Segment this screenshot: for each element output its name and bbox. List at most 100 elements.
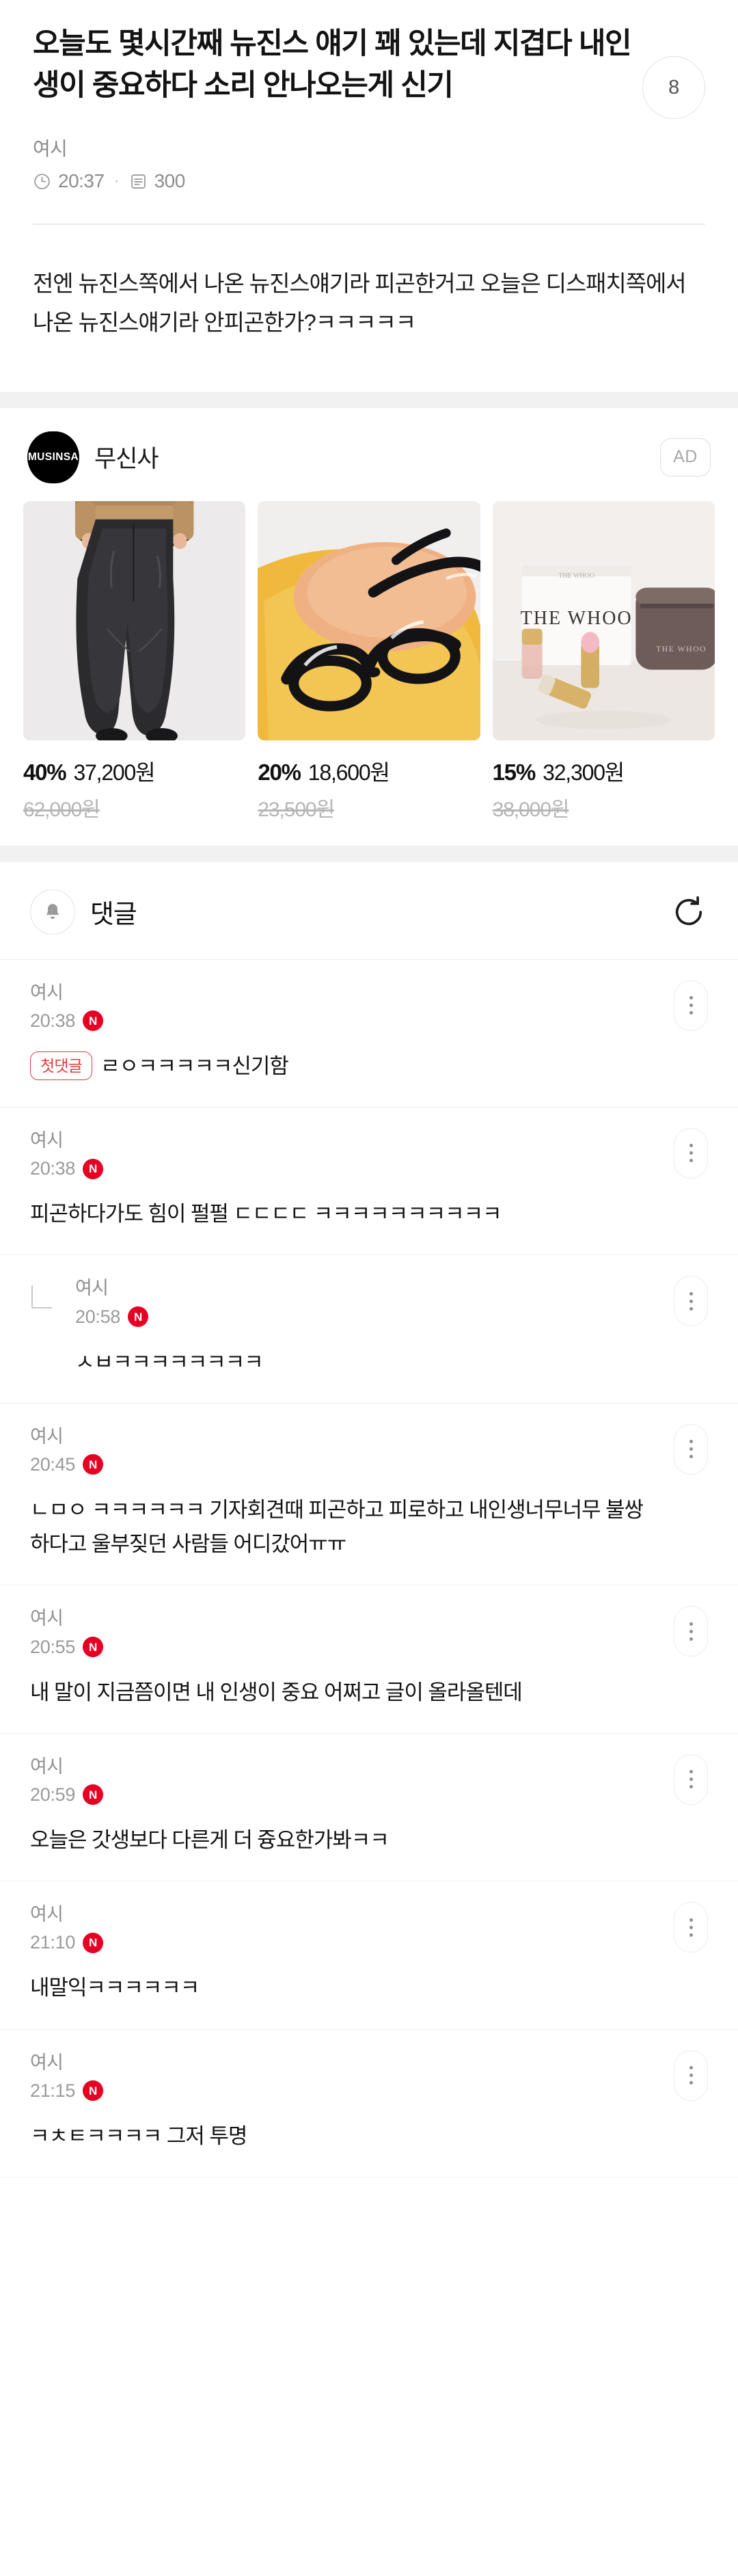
ad-header: MUSINSA 무신사 AD bbox=[0, 408, 738, 501]
kebab-menu-icon[interactable] bbox=[674, 1423, 708, 1475]
new-badge: N bbox=[83, 1784, 104, 1806]
clock-icon bbox=[33, 172, 51, 191]
comments-header: 댓글 bbox=[0, 861, 738, 959]
kebab-menu-icon[interactable] bbox=[674, 1902, 708, 1953]
comment-text-wrap: 첫댓글 ㄹㅇㅋㅋㅋㅋㅋ신기함 bbox=[30, 1049, 656, 1084]
comment-text: ㄹㅇㅋㅋㅋㅋㅋ신기함 bbox=[100, 1054, 289, 1078]
section-spacer-bottom bbox=[0, 845, 738, 862]
svg-text:THE WHOO: THE WHOO bbox=[520, 608, 632, 629]
meta-separator: · bbox=[113, 172, 120, 191]
comment-time-row: 21:10 N bbox=[30, 1932, 656, 1953]
product-original-price: 62,000원 bbox=[23, 798, 100, 821]
product-discount: 15% bbox=[492, 759, 536, 785]
ad-product-card[interactable]: 20% 18,600원 23,500원 bbox=[258, 500, 480, 822]
new-badge: N bbox=[83, 1932, 104, 1953]
comment-time: 20:59 bbox=[30, 1784, 76, 1805]
comment-author: 여시 bbox=[30, 1904, 64, 1925]
comments-title: 댓글 bbox=[90, 900, 137, 930]
comment-author: 여시 bbox=[30, 2052, 64, 2073]
product-discount: 40% bbox=[23, 759, 67, 785]
product-price-row: 40% 37,200원 bbox=[23, 755, 245, 787]
page-title: 오늘도 몇시간째 뉴진스 얘기 꽤 있는데 지겹다 내인생이 중요하다 소리 안… bbox=[33, 27, 632, 103]
comment-time-row: 20:38 N bbox=[30, 1158, 656, 1179]
post-views: 300 bbox=[129, 170, 185, 192]
refresh-icon[interactable] bbox=[670, 893, 708, 931]
document-icon bbox=[129, 172, 148, 191]
product-price: 37,200원 bbox=[73, 760, 155, 785]
comment-author: 여시 bbox=[30, 1129, 64, 1151]
post-views-text: 300 bbox=[154, 170, 186, 192]
kebab-menu-icon[interactable] bbox=[674, 980, 708, 1031]
first-comment-badge: 첫댓글 bbox=[30, 1051, 93, 1081]
comment-text: 오늘은 갓생보다 다른게 더 즁요한가봐ㅋㅋ bbox=[30, 1827, 390, 1852]
new-badge: N bbox=[83, 1454, 104, 1475]
comment-author: 여시 bbox=[75, 1278, 109, 1299]
new-badge: N bbox=[83, 1010, 104, 1032]
section-spacer-top bbox=[0, 391, 738, 408]
ad-brand-name: 무신사 bbox=[94, 446, 159, 473]
comment-text: 피곤하다가도 힘이 펄펄 ㄷㄷㄷㄷ ㅋㅋㅋㅋㅋㅋㅋㅋㅋㅋ bbox=[30, 1202, 502, 1226]
post-time-text: 20:37 bbox=[58, 170, 105, 192]
comment-item[interactable]: 여시 21:15 N ㅋㅊㅌㅋㅋㅋㅋ 그저 투명 bbox=[0, 2029, 738, 2177]
kebab-menu-icon[interactable] bbox=[674, 2050, 708, 2101]
product-original-price: 38,000원 bbox=[492, 798, 570, 821]
comment-time: 20:55 bbox=[30, 1636, 76, 1657]
like-count-badge[interactable]: 8 bbox=[642, 56, 705, 119]
comment-text: ㅅㅂㅋㅋㅋㅋㅋㅋㅋㅋ bbox=[75, 1350, 264, 1374]
ad-label-badge: AD bbox=[660, 438, 711, 477]
product-price: 32,300원 bbox=[543, 760, 625, 785]
ad-product-card[interactable]: 40% 37,200원 62,000원 bbox=[23, 500, 246, 822]
post-time: 20:37 bbox=[33, 170, 105, 192]
kebab-menu-icon[interactable] bbox=[674, 1754, 708, 1805]
product-price-row: 20% 18,600원 bbox=[258, 755, 480, 787]
comment-author: 여시 bbox=[30, 982, 64, 1003]
comment-time-row: 21:15 N bbox=[30, 2080, 656, 2102]
musinsa-logo-icon: MUSINSA bbox=[27, 431, 79, 483]
comment-time: 20:58 bbox=[75, 1306, 121, 1327]
product-discount: 20% bbox=[258, 759, 301, 785]
comment-item[interactable]: 여시 20:55 N 내 말이 지금쯤이면 내 인생이 중요 어쩌고 글이 올라… bbox=[0, 1585, 738, 1734]
kebab-menu-icon[interactable] bbox=[674, 1127, 708, 1179]
post-body: 전엔 뉴진스쪽에서 나온 뉴진스얘기라 피곤한거고 오늘은 디스패치쪽에서 나온… bbox=[33, 271, 687, 335]
comment-time-row: 20:38 N bbox=[30, 1010, 656, 1032]
product-image-the-whoo-lip-set[interactable]: THE WHOO THE WHOO THE WHOO bbox=[492, 500, 715, 740]
comment-reply-item[interactable]: 여시 20:58 N ㅅㅂㅋㅋㅋㅋㅋㅋㅋㅋ bbox=[0, 1255, 738, 1404]
new-badge: N bbox=[83, 1637, 104, 1658]
reply-indicator-icon bbox=[31, 1285, 52, 1309]
comment-time: 20:45 bbox=[30, 1453, 76, 1475]
comment-time: 20:38 bbox=[30, 1158, 76, 1179]
comment-time: 21:10 bbox=[30, 1932, 76, 1953]
comment-author: 여시 bbox=[30, 1425, 64, 1447]
product-image-black-wide-pants[interactable] bbox=[23, 500, 246, 740]
comment-item[interactable]: 여시 20:38 N 피곤하다가도 힘이 펄펄 ㄷㄷㄷㄷ ㅋㅋㅋㅋㅋㅋㅋㅋㅋㅋ bbox=[0, 1107, 738, 1256]
comment-item[interactable]: 여시 20:45 N ㄴㅁㅇ ㅋㅋㅋㅋㅋㅋ 기자회견때 피곤하고 피로하고 내인… bbox=[0, 1403, 738, 1586]
kebab-menu-icon[interactable] bbox=[674, 1606, 708, 1657]
comment-time-row: 20:45 N bbox=[30, 1454, 656, 1475]
svg-text:THE WHOO: THE WHOO bbox=[656, 644, 707, 654]
kebab-menu-icon[interactable] bbox=[674, 1276, 708, 1327]
comment-time: 20:38 bbox=[30, 1010, 76, 1031]
new-badge: N bbox=[83, 1158, 104, 1179]
product-price-row: 15% 32,300원 bbox=[493, 755, 715, 787]
comment-text: ㄴㅁㅇ ㅋㅋㅋㅋㅋㅋ 기자회견때 피곤하고 피로하고 내인생너무너무 불쌍하다고… bbox=[30, 1497, 644, 1557]
comment-time-row: 20:55 N bbox=[30, 1637, 656, 1658]
ad-product-card[interactable]: THE WHOO THE WHOO THE WHOO 15% 32,300원 3… bbox=[492, 500, 715, 822]
comment-item[interactable]: 여시 20:59 N 오늘은 갓생보다 다른게 더 즁요한가봐ㅋㅋ bbox=[0, 1733, 738, 1882]
post-author: 여시 bbox=[33, 138, 68, 160]
post-meta: 여시 20:37 · 300 bbox=[33, 137, 705, 192]
comment-item[interactable]: 여시 21:10 N 내말익ㅋㅋㅋㅋㅋㅋ bbox=[0, 1881, 738, 2030]
comment-author: 여시 bbox=[30, 1608, 64, 1629]
ad-product-list: 40% 37,200원 62,000원 20% 18,600원 23,500원 … bbox=[0, 500, 738, 822]
comment-item[interactable]: 여시 20:38 N 첫댓글 ㄹㅇㅋㅋㅋㅋㅋ신기함 bbox=[0, 959, 738, 1108]
comment-text: 내 말이 지금쯤이면 내 인생이 중요 어쩌고 글이 올라올텐데 bbox=[30, 1680, 523, 1704]
post-header: 오늘도 몇시간째 뉴진스 얘기 꽤 있는데 지겹다 내인생이 중요하다 소리 안… bbox=[0, 0, 738, 192]
like-count-text: 8 bbox=[668, 76, 679, 98]
bell-icon[interactable] bbox=[30, 889, 75, 935]
advertisement[interactable]: MUSINSA 무신사 AD 40% 37,200원 62,000원 20% 1… bbox=[0, 407, 738, 846]
product-image-black-eyeglasses[interactable] bbox=[258, 500, 480, 740]
product-original-price: 23,500원 bbox=[258, 798, 335, 821]
comment-time: 21:15 bbox=[30, 2080, 76, 2101]
comment-text: ㅋㅊㅌㅋㅋㅋㅋ 그저 투명 bbox=[30, 2123, 247, 2148]
comment-text: 내말익ㅋㅋㅋㅋㅋㅋ bbox=[30, 1976, 200, 2000]
comment-author: 여시 bbox=[30, 1756, 64, 1777]
